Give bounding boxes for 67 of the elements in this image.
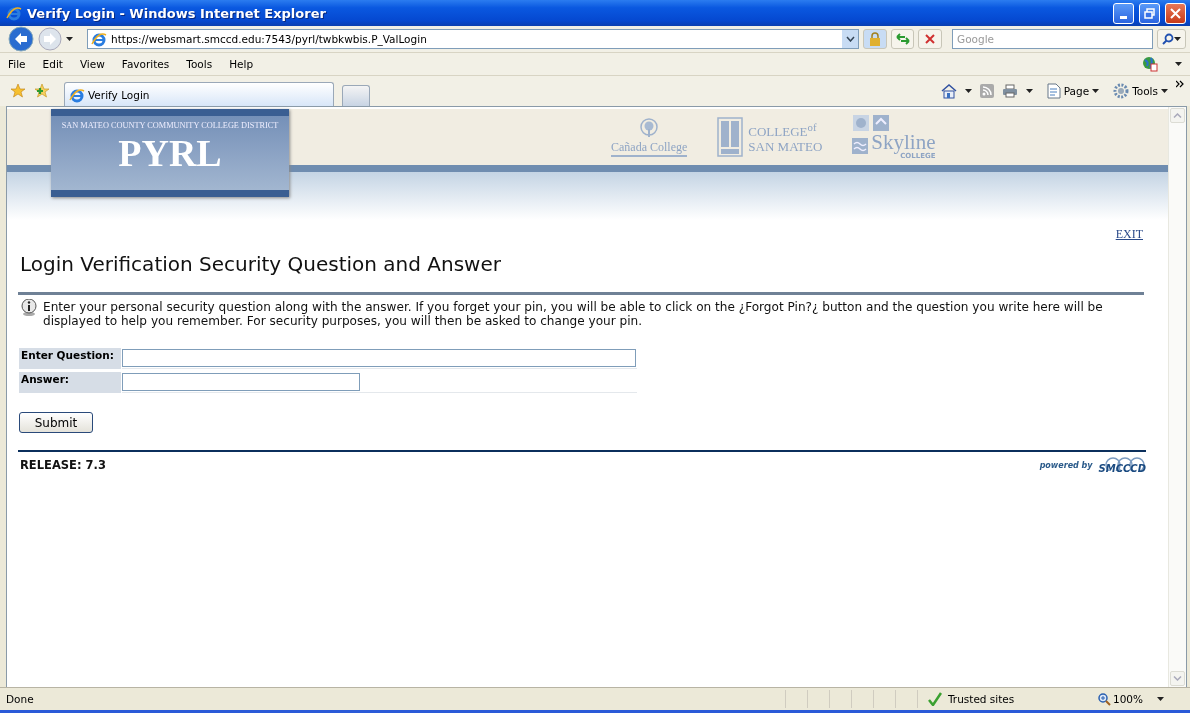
caret-icon[interactable] — [1173, 37, 1181, 41]
wave-icon — [852, 138, 869, 154]
menu-item[interactable]: Edit — [42, 58, 63, 70]
submit-button[interactable]: Submit — [19, 412, 93, 433]
zoom-icon — [1097, 692, 1111, 706]
browser-icon — [69, 86, 85, 103]
add-star-icon[interactable] — [34, 83, 50, 99]
status-text: Done — [5, 693, 35, 705]
restore-button[interactable] — [1139, 2, 1160, 24]
caret-icon[interactable] — [1157, 697, 1164, 701]
release-label: RELEASE: 7.3 — [20, 458, 106, 472]
college-logo: COLLEGE$^{of}$ SAN MATEO — [717, 117, 823, 157]
info-icon — [20, 299, 38, 317]
address-field[interactable]: https://websmart.smccd.edu:7543/pyrl/twbkwbis.P_ValLogin — [87, 29, 860, 49]
window-title: Verify Login - Windows Internet Explorer — [27, 5, 327, 21]
page-icon — [1046, 83, 1061, 99]
menu-item[interactable]: File — [8, 58, 26, 70]
menu-item[interactable]: Tools — [186, 58, 213, 70]
exit-link[interactable]: EXIT — [1115, 227, 1143, 242]
close-icon — [925, 34, 936, 44]
college-logo: Cañada College — [611, 117, 688, 157]
search-icon — [1161, 33, 1174, 45]
chevron-icon[interactable] — [1176, 80, 1184, 88]
command-menu[interactable]: Tools — [1113, 83, 1168, 99]
home-icon[interactable] — [940, 83, 957, 99]
lock-icon — [869, 32, 882, 46]
powered-by-label: powered by — [1039, 460, 1093, 470]
minimize-button[interactable] — [1113, 2, 1134, 24]
browser-icon — [6, 5, 22, 21]
close-icon — [1170, 7, 1181, 19]
dropdown-icon[interactable] — [845, 36, 855, 42]
caret-icon[interactable] — [1092, 89, 1100, 93]
close-button[interactable] — [1165, 2, 1186, 24]
minimize-icon — [1120, 15, 1127, 19]
refresh-icon — [895, 33, 910, 45]
star-icon[interactable] — [10, 83, 26, 99]
tower-icon — [717, 117, 744, 157]
caret-icon[interactable] — [964, 89, 972, 93]
caret-icon[interactable] — [1025, 89, 1033, 93]
command-menu[interactable]: Page — [1046, 83, 1100, 99]
input-field[interactable] — [122, 349, 637, 367]
menu-item[interactable]: View — [79, 58, 105, 70]
input-field[interactable] — [122, 373, 361, 391]
browser-tab[interactable]: Verify Login — [64, 82, 334, 106]
menu-item[interactable]: Help — [229, 58, 254, 70]
page-heading: Login Verification Security Question and Answer — [20, 252, 502, 276]
pyrl-banner: SAN MATEO COUNTY COMMUNITY COLLEGE DISTRICT PYRL — [51, 109, 289, 197]
refresh-button[interactable] — [890, 29, 915, 49]
search-field[interactable]: Google — [952, 29, 1153, 49]
globe-icon[interactable] — [1142, 56, 1158, 72]
restore-icon — [1144, 7, 1155, 19]
security-zone: Trusted sites — [947, 693, 1015, 705]
page-icon — [91, 31, 107, 47]
zoom-control[interactable]: 100% — [1097, 692, 1143, 706]
gear-icon — [1113, 83, 1130, 99]
info-text: Enter your personal security question along with the answer. If you forget your pin, you will be able to click on the ¿Forgot Pin?¿ button and the question you write here will be displayed to help you remember. For security purposes, you will then be asked to change your pin. — [43, 300, 1104, 328]
check-icon — [927, 692, 942, 706]
caret-icon[interactable] — [1175, 62, 1182, 66]
field-label: Enter Question: — [19, 348, 122, 369]
back-button[interactable] — [8, 26, 34, 52]
printer-icon[interactable] — [1001, 84, 1018, 98]
field-label: Answer: — [19, 372, 122, 393]
menu-item[interactable]: Favorites — [121, 58, 170, 70]
caret-icon[interactable] — [66, 37, 73, 41]
caret-icon[interactable] — [1161, 89, 1168, 93]
search-button[interactable] — [1156, 29, 1186, 49]
stop-button[interactable] — [918, 29, 942, 49]
